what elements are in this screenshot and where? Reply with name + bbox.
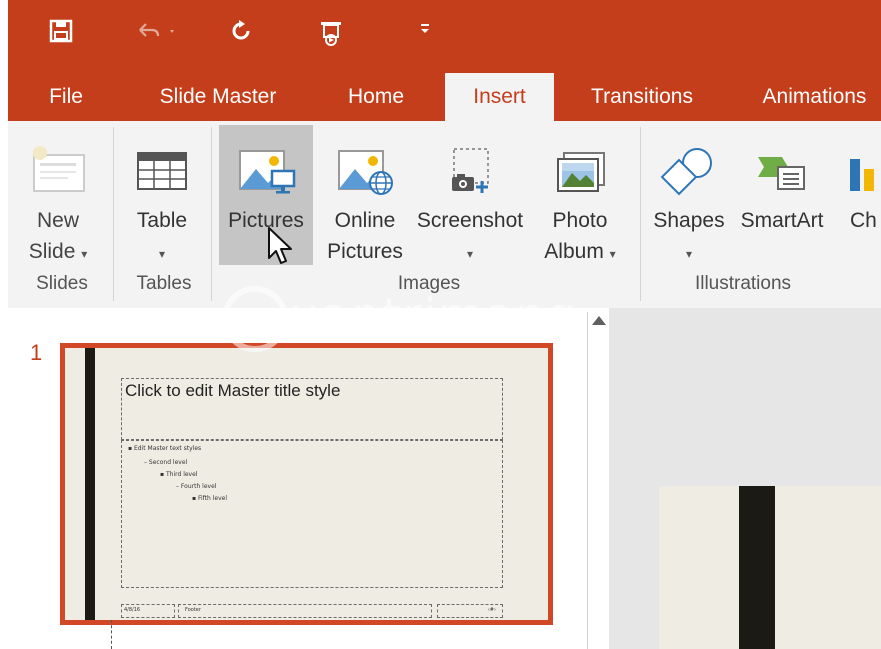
shapes-button[interactable]: Shapes ▾ [646,125,732,267]
online-pictures-label-2: Pictures [327,240,403,263]
footer-text: Footer [185,607,201,613]
shapes-label: Shapes [653,209,725,232]
chevron-down-icon: ▾ [158,247,166,261]
vertical-scrollbar[interactable] [587,312,610,649]
group-divider [211,127,212,301]
main-slide-canvas[interactable] [659,486,881,649]
photo-album-icon [550,143,610,208]
save-icon[interactable] [46,18,76,48]
pane-splitter[interactable] [609,308,617,649]
chart-button[interactable]: Ch [836,125,881,267]
slide-number: 1 [30,340,43,365]
customize-toolbar-icon[interactable] [410,18,440,48]
screenshot-label: Screenshot [416,209,524,232]
slide-decor-bar [85,348,95,620]
smartart-button[interactable]: SmartArt [732,125,832,267]
start-from-beginning-icon[interactable] [316,18,346,48]
chevron-down-icon: ▾ [685,247,693,261]
quick-access-toolbar [8,0,881,69]
table-button[interactable]: Table ▾ [118,125,206,267]
footer-placeholder[interactable]: Footer [178,604,432,618]
tab-file[interactable]: File [38,73,94,121]
watermark-logo-icon [222,286,288,352]
table-icon [134,143,190,206]
group-label-tables: Tables [136,273,192,294]
pictures-button[interactable]: Pictures [219,125,313,265]
slide-thumbnail-pane[interactable]: 1 Click to edit Master title style ▪ Edi… [8,308,617,649]
bullet-level-2: – Second level [144,459,188,466]
new-slide-button[interactable]: New Slide ▾ [12,125,104,267]
chart-icon [850,155,880,204]
bullet-level-1: ▪ Edit Master text styles [128,445,202,452]
date-text: 4/8/16 [124,607,141,613]
bullet-level-5: ▪ Fifth level [192,495,228,502]
redo-icon[interactable] [226,18,256,48]
slide-master-thumbnail[interactable]: Click to edit Master title style ▪ Edit … [60,343,553,625]
tab-animations[interactable]: Animations [748,73,881,121]
new-slide-icon [28,143,88,206]
photo-album-button[interactable]: Photo Album ▾ [530,125,630,267]
watermark-text: uantrimang [290,288,578,342]
table-label: Table [136,209,188,232]
smartart-icon [752,143,812,208]
group-label-illustrations: Illustrations [694,273,792,294]
group-label-slides: Slides [36,273,88,294]
screenshot-button[interactable]: Screenshot ▾ [410,125,530,267]
photo-album-label-2: Album [544,240,604,263]
new-slide-label-2: Slide [28,240,76,263]
group-divider [640,127,641,301]
layout-connector-line [111,620,112,649]
pictures-label: Pictures [228,209,304,232]
screenshot-icon [440,143,500,208]
workspace: 1 Click to edit Master title style ▪ Edi… [8,308,881,649]
bullet-level-4: – Fourth level [176,483,217,490]
title-placeholder-text: Click to edit Master title style [125,381,341,400]
online-pictures-label-1: Online [334,209,396,232]
chart-label: Ch [850,209,877,232]
online-pictures-icon [333,143,397,208]
tab-transitions[interactable]: Transitions [576,73,708,121]
tab-home[interactable]: Home [334,73,418,121]
chevron-down-icon: ▾ [609,247,616,261]
slide-number-field: ‹#› [487,607,496,613]
slide-decor-bar [739,486,775,649]
body-placeholder[interactable]: ▪ Edit Master text styles – Second level… [121,440,503,588]
mouse-cursor-icon [267,226,293,271]
online-pictures-button[interactable]: Online Pictures [319,125,411,267]
ribbon-tabs: File Slide Master Home Insert Transition… [8,69,881,121]
slide-number-placeholder[interactable]: ‹#› [437,604,503,618]
shapes-icon [657,143,721,208]
photo-album-label-1: Photo [552,209,608,232]
title-placeholder[interactable]: Click to edit Master title style [121,378,503,440]
chevron-down-icon: ▾ [81,247,88,261]
smartart-label: SmartArt [740,209,824,232]
ribbon-panel: New Slide ▾ Slides Table ▾ Tables Pictur… [8,121,881,309]
scroll-up-arrow-icon[interactable] [592,316,606,325]
group-divider [113,127,114,301]
chevron-down-icon: ▾ [466,247,474,261]
bullet-level-3: ▪ Third level [160,471,198,478]
undo-icon[interactable] [134,18,174,48]
tab-insert[interactable]: Insert [445,73,554,121]
date-placeholder[interactable]: 4/8/16 [121,604,175,618]
tab-slide-master[interactable]: Slide Master [146,73,290,121]
pictures-icon [234,143,298,208]
new-slide-label-1: New [36,209,79,232]
